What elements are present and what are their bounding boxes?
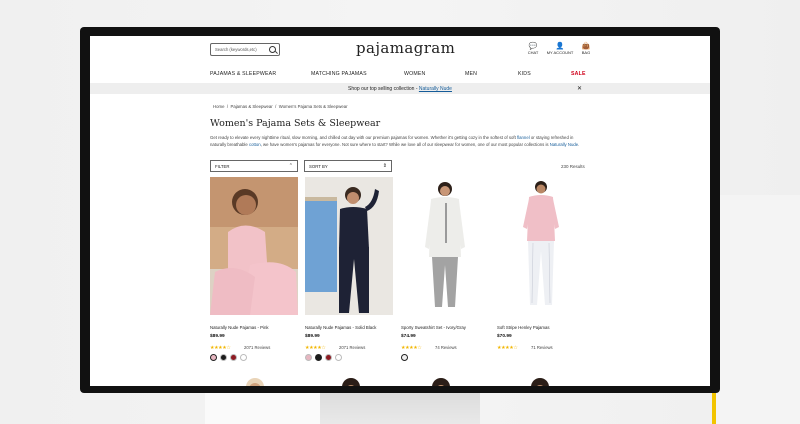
product-photo-pink [210, 177, 298, 315]
results-count: 230 Results [561, 164, 585, 169]
swatch-red[interactable] [325, 354, 332, 361]
next-row-photo-tops [246, 378, 549, 386]
promo-link[interactable]: Naturally Nude [419, 86, 452, 92]
product-image[interactable] [305, 177, 393, 315]
product-name[interactable]: Naturally Nude Pajamas - Pink [210, 325, 269, 330]
account-label: MY ACCOUNT [546, 50, 574, 55]
product-price: $89.99 [210, 334, 225, 339]
swatch-pink[interactable] [210, 354, 217, 361]
swatch-red[interactable] [230, 354, 237, 361]
main-nav: PAJAMAS & SLEEPWEAR MATCHING PAJAMAS WOM… [210, 71, 590, 79]
product-price: $89.99 [305, 334, 320, 339]
breadcrumb-pajamas[interactable]: Pajamas & Sleepwear [230, 104, 272, 109]
sort-label: SORT BY [309, 164, 328, 169]
page-description: Get ready to elevate every nighttime rit… [210, 135, 590, 148]
yellow-accent [712, 195, 800, 424]
product-name[interactable]: Sporty Sweatshirt Set - Ivory/Gray [401, 325, 466, 330]
chat-button[interactable]: 💬 CHAT [518, 43, 548, 55]
search-input[interactable]: Search (keywords,etc) [210, 43, 280, 56]
swatch-pink[interactable] [305, 354, 312, 361]
nav-women[interactable]: WOMEN [404, 71, 425, 77]
bag-button[interactable]: 👜 BAG [571, 43, 601, 55]
product-name[interactable]: Naturally Nude Pajamas - Solid Black [305, 325, 376, 330]
product-card[interactable]: Naturally Nude Pajamas - Solid Black $89… [305, 177, 393, 367]
updown-arrow-icon: ⇕ [382, 163, 387, 169]
next-row-products [90, 373, 710, 386]
product-photo-black [305, 177, 393, 315]
bag-label: BAG [581, 50, 591, 55]
breadcrumb-home[interactable]: Home [213, 104, 224, 109]
sort-dropdown[interactable]: SORT BY ⇕ [304, 160, 392, 172]
chat-icon: 💬 [528, 43, 538, 50]
rating-stars-icon: ★★★★☆ [401, 345, 422, 351]
cotton-link[interactable]: cotton [249, 142, 261, 147]
desc-text: , we have women's pajamas for everyone. … [260, 141, 550, 147]
rating-stars-icon: ★★★★☆ [305, 345, 326, 351]
close-icon[interactable]: ✕ [577, 85, 582, 92]
product-image[interactable] [401, 177, 489, 315]
naturally-nude-link[interactable]: Naturally Nude [550, 142, 578, 147]
color-swatches [305, 354, 342, 361]
review-count[interactable]: 71 Reviews [531, 345, 553, 350]
monitor-stand [320, 392, 480, 424]
filter-dropdown[interactable]: FILTER ⌃ [210, 160, 298, 172]
review-count[interactable]: 2071 Reviews [244, 345, 270, 350]
swatch-black[interactable] [315, 354, 322, 361]
nav-kids[interactable]: KIDS [518, 71, 531, 77]
product-card[interactable]: Sporty Sweatshirt Set - Ivory/Gray $74.9… [401, 177, 489, 367]
chevron-up-icon: ⌃ [288, 163, 293, 169]
review-count[interactable]: 2071 Reviews [339, 345, 365, 350]
product-image[interactable] [210, 177, 298, 315]
nav-matching-pajamas[interactable]: MATCHING PAJAMAS [311, 71, 367, 77]
rating-stars-icon: ★★★★☆ [210, 345, 231, 351]
product-card[interactable]: Soft Stripe Henley Pajamas $70.99 ★★★★☆ … [497, 177, 585, 367]
promo-text: Shop our top selling collection - [348, 86, 419, 92]
product-card[interactable]: Naturally Nude Pajamas - Pink $89.99 ★★★… [210, 177, 298, 367]
nav-men[interactable]: MEN [465, 71, 477, 77]
swatch-black[interactable] [220, 354, 227, 361]
breadcrumb: Home / Pajamas & Sleepwear / Women's Paj… [213, 104, 348, 109]
filter-label: FILTER [215, 164, 230, 169]
swatch-white[interactable] [240, 354, 247, 361]
rating-stars-icon: ★★★★☆ [497, 345, 518, 351]
product-photo-ivory [401, 177, 489, 315]
breadcrumb-current: Women's Pajama Sets & Sleepwear [278, 104, 348, 109]
swatch-ivory[interactable] [401, 354, 408, 361]
swatch-white[interactable] [335, 354, 342, 361]
product-photo-henley [497, 177, 585, 315]
flannel-link[interactable]: flannel [517, 135, 530, 140]
page-title: Women's Pajama Sets & Sleepwear [210, 118, 381, 129]
promo-banner: Shop our top selling collection - Natura… [90, 83, 710, 94]
browser-screen: Search (keywords,etc) pajamagram 💬 CHAT … [90, 36, 710, 386]
desc-text: . [578, 141, 580, 147]
nav-sale[interactable]: SALE [571, 71, 586, 77]
search-placeholder: Search (keywords,etc) [215, 47, 257, 52]
nav-pajamas-sleepwear[interactable]: PAJAMAS & SLEEPWEAR [210, 71, 276, 77]
product-price: $74.99 [401, 334, 416, 339]
chat-label: CHAT [527, 50, 539, 55]
desc-text: Get ready to elevate every nighttime rit… [210, 135, 517, 140]
bag-icon: 👜 [581, 43, 591, 50]
product-image[interactable] [497, 177, 585, 315]
product-name[interactable]: Soft Stripe Henley Pajamas [497, 325, 550, 330]
product-price: $70.99 [497, 334, 512, 339]
site-logo[interactable]: pajamagram [356, 39, 455, 57]
color-swatches [401, 354, 408, 361]
review-count[interactable]: 74 Reviews [435, 345, 457, 350]
monitor-stand-light [205, 392, 320, 424]
color-swatches [210, 354, 247, 361]
search-icon[interactable] [269, 46, 276, 53]
